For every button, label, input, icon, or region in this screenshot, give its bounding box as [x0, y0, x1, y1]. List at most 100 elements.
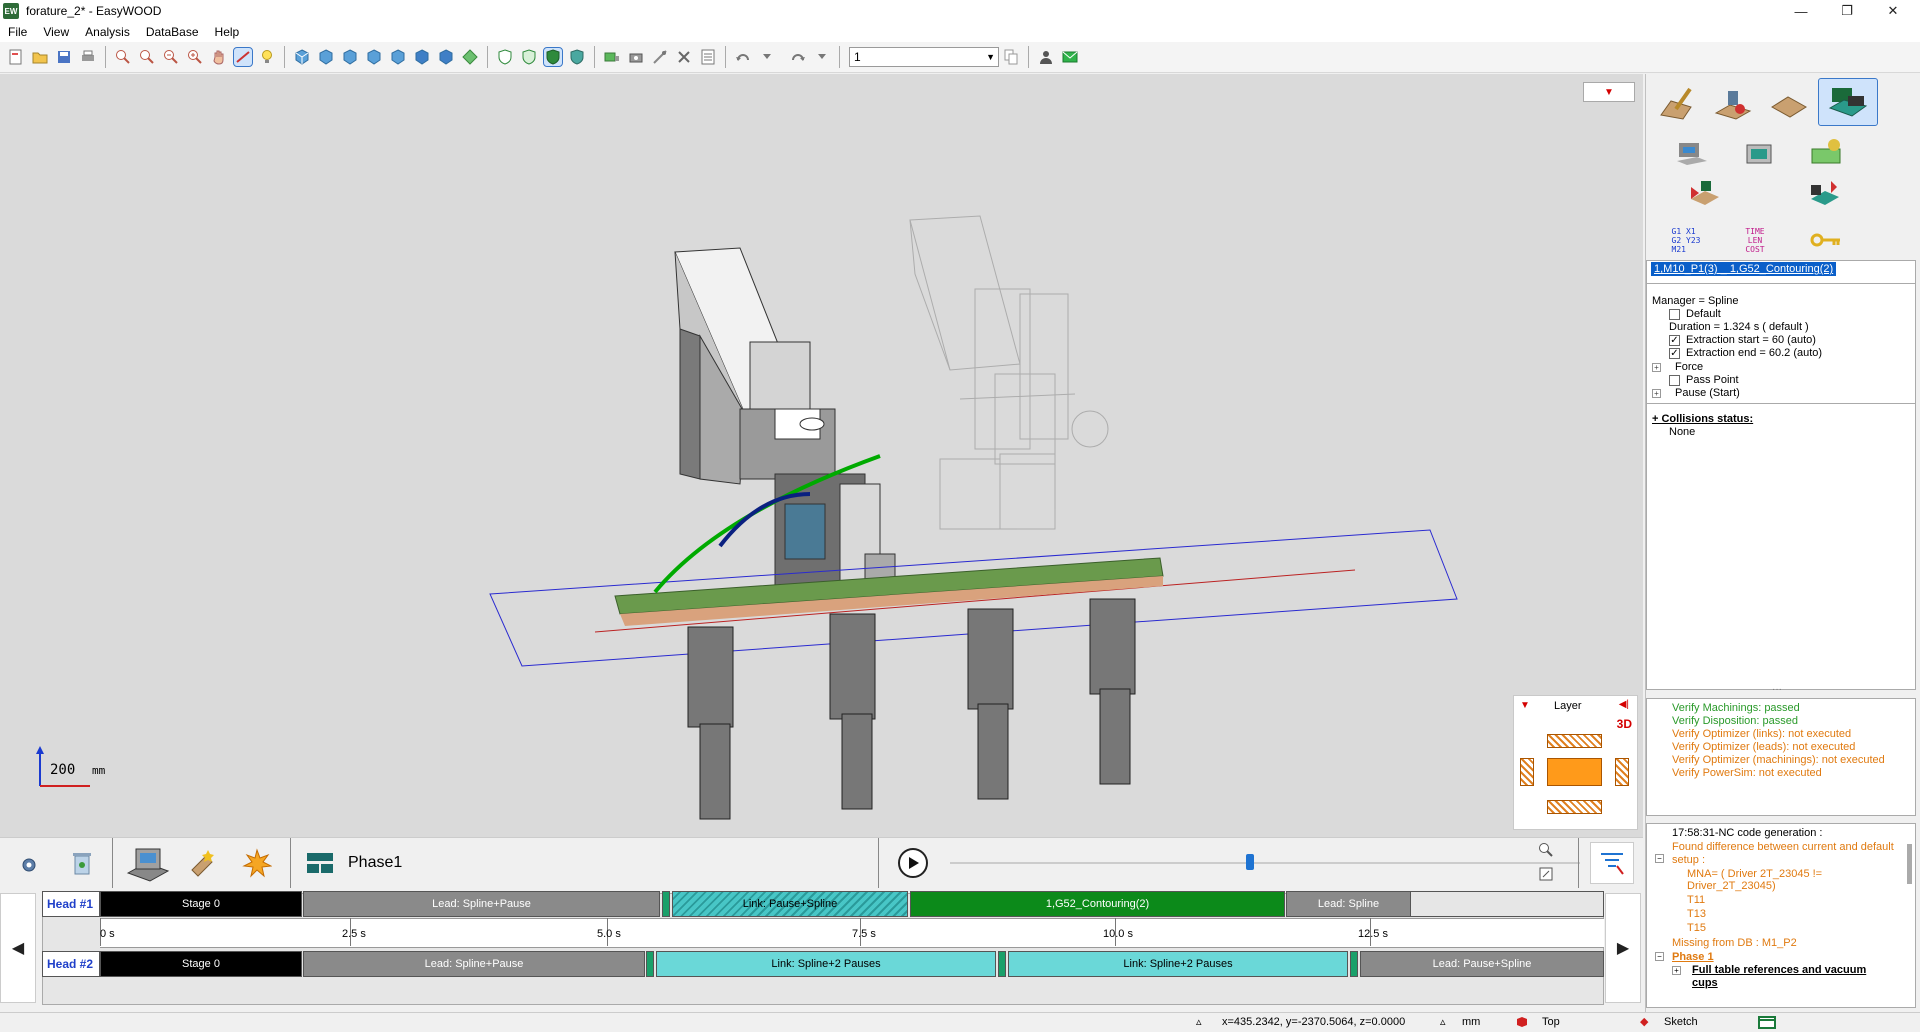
cost-icon[interactable]: TIME LEN COST: [1732, 219, 1778, 261]
tool-cut-icon[interactable]: [675, 48, 693, 66]
scrollbar-thumb[interactable]: [1907, 844, 1912, 884]
track-marker[interactable]: [1350, 951, 1358, 977]
machine-preview-icon[interactable]: [124, 843, 170, 886]
tool-path-icon[interactable]: [651, 48, 669, 66]
trash-icon[interactable]: [72, 850, 92, 879]
track-stage-0[interactable]: Stage 0: [100, 951, 302, 977]
mode-label[interactable]: Sketch: [1664, 1016, 1698, 1028]
layer-bottom[interactable]: [1547, 800, 1602, 814]
collapse-icon[interactable]: −: [1655, 854, 1664, 863]
nc-full-table-line2[interactable]: cups: [1692, 977, 1718, 989]
panel-icon[interactable]: [603, 48, 621, 66]
track-link[interactable]: Link: Spline+2 Pauses: [1008, 951, 1348, 977]
default-row[interactable]: Default: [1669, 308, 1721, 320]
collisions-title[interactable]: + Collisions status:: [1652, 413, 1753, 425]
expand-icon[interactable]: +: [1672, 966, 1681, 975]
timeline-next-button[interactable]: ▶: [1605, 893, 1641, 1003]
playback-slider-thumb[interactable]: [1246, 854, 1254, 870]
track-marker[interactable]: [646, 951, 654, 977]
extraction-start-checkbox[interactable]: ✓: [1669, 334, 1680, 346]
menu-file[interactable]: File: [0, 25, 35, 39]
sort-filter-button[interactable]: [1590, 842, 1634, 884]
play-button[interactable]: [898, 848, 928, 878]
explode-icon[interactable]: [242, 848, 273, 883]
nc-full-table-line1[interactable]: Full table references and vacuum: [1692, 964, 1866, 976]
selected-item-title[interactable]: 1,M10_P1(3) _ 1,G52_Contouring(2): [1651, 262, 1837, 276]
view-iso-icon[interactable]: [293, 48, 311, 66]
playback-slider-track[interactable]: [950, 862, 1580, 864]
lightbulb-icon[interactable]: [258, 48, 276, 66]
fit-timeline-icon[interactable]: [1538, 866, 1554, 885]
settings-gear-icon[interactable]: [20, 856, 38, 877]
edit-pencil-icon[interactable]: [1653, 82, 1699, 124]
timeline-prev-button[interactable]: ◀: [0, 893, 36, 1003]
tool-layout-icon[interactable]: [1818, 78, 1878, 126]
machine-icon[interactable]: [627, 48, 645, 66]
zoom-window-icon[interactable]: [114, 48, 132, 66]
user-icon[interactable]: [1037, 48, 1055, 66]
view-front-icon[interactable]: [317, 48, 335, 66]
extraction-end-checkbox[interactable]: ✓: [1669, 347, 1680, 359]
unit-label[interactable]: mm: [1462, 1016, 1480, 1028]
export-icon[interactable]: [1800, 174, 1846, 216]
extraction-end-row[interactable]: ✓ Extraction end = 60.2 (auto): [1669, 347, 1822, 359]
print-icon[interactable]: [79, 48, 97, 66]
panel-icon[interactable]: [1765, 82, 1811, 124]
default-checkbox[interactable]: [1669, 308, 1680, 320]
expand-icon[interactable]: +: [1652, 388, 1661, 398]
simulation-icon[interactable]: [1668, 132, 1714, 174]
track-marker[interactable]: [998, 951, 1006, 977]
menu-analysis[interactable]: Analysis: [77, 25, 138, 39]
track-marker[interactable]: [662, 891, 670, 917]
pan-hand-icon[interactable]: [210, 48, 228, 66]
zoom-out-icon[interactable]: [162, 48, 180, 66]
nc-phase[interactable]: Phase 1: [1672, 951, 1714, 963]
3d-viewport[interactable]: ▼ 200 mm: [0, 74, 1643, 837]
layer-toggle-icon[interactable]: ◀|: [1619, 699, 1629, 710]
mail-icon[interactable]: [1061, 48, 1079, 66]
view-reset-icon[interactable]: [461, 48, 479, 66]
import-icon[interactable]: [1680, 174, 1726, 216]
layer-collapse-icon[interactable]: ▼: [1520, 700, 1530, 711]
menu-view[interactable]: View: [35, 25, 77, 39]
collapse-icon[interactable]: −: [1655, 952, 1664, 961]
layer-current[interactable]: [1547, 758, 1602, 786]
copy-icon[interactable]: [1002, 48, 1020, 66]
layout-icon[interactable]: [1758, 1016, 1776, 1032]
pause-row[interactable]: + Pause (Start): [1652, 387, 1740, 399]
layer-mode[interactable]: 3D: [1617, 717, 1632, 731]
stage-select[interactable]: 1 ▼: [849, 47, 999, 67]
redo-icon[interactable]: [789, 48, 807, 66]
track-contouring[interactable]: 1,G52_Contouring(2): [910, 891, 1285, 917]
save-icon[interactable]: [55, 48, 73, 66]
expand-icon[interactable]: +: [1652, 362, 1661, 372]
track-lead-end[interactable]: Lead: Spline: [1286, 891, 1411, 917]
maximize-button[interactable]: ❐: [1824, 0, 1870, 22]
track-lead[interactable]: Lead: Spline+Pause: [303, 951, 645, 977]
pass-point-checkbox[interactable]: [1669, 374, 1680, 386]
key-icon[interactable]: [1803, 219, 1849, 261]
view-bottom-icon[interactable]: [437, 48, 455, 66]
report-icon[interactable]: [699, 48, 717, 66]
track-link[interactable]: Link: Pause+Spline: [672, 891, 908, 917]
zoom-in-icon[interactable]: [186, 48, 204, 66]
zoom-timeline-icon[interactable]: [1538, 842, 1554, 861]
track-link[interactable]: Link: Spline+2 Pauses: [656, 951, 996, 977]
extraction-start-row[interactable]: ✓ Extraction start = 60 (auto): [1669, 334, 1816, 346]
layer-top[interactable]: [1547, 734, 1602, 748]
track-stage-0[interactable]: Stage 0: [100, 891, 302, 917]
view-right-icon[interactable]: [389, 48, 407, 66]
shield-hidden-icon[interactable]: [520, 48, 538, 66]
layer-left[interactable]: [1520, 758, 1534, 786]
menu-database[interactable]: DataBase: [138, 25, 207, 39]
undo-dropdown-icon[interactable]: [758, 48, 776, 66]
tool-magazine-icon[interactable]: [1736, 132, 1782, 174]
pass-point-row[interactable]: Pass Point: [1669, 374, 1739, 386]
undo-icon[interactable]: [734, 48, 752, 66]
shield-transparent-icon[interactable]: [568, 48, 586, 66]
minimize-button[interactable]: —: [1778, 0, 1824, 22]
force-row[interactable]: + Force: [1652, 361, 1703, 373]
splitter-handle[interactable]: ···: [1772, 684, 1782, 695]
machining-icon[interactable]: [1709, 82, 1755, 124]
gcode-icon[interactable]: G1 X1 G2 Y23 M21: [1663, 219, 1709, 261]
